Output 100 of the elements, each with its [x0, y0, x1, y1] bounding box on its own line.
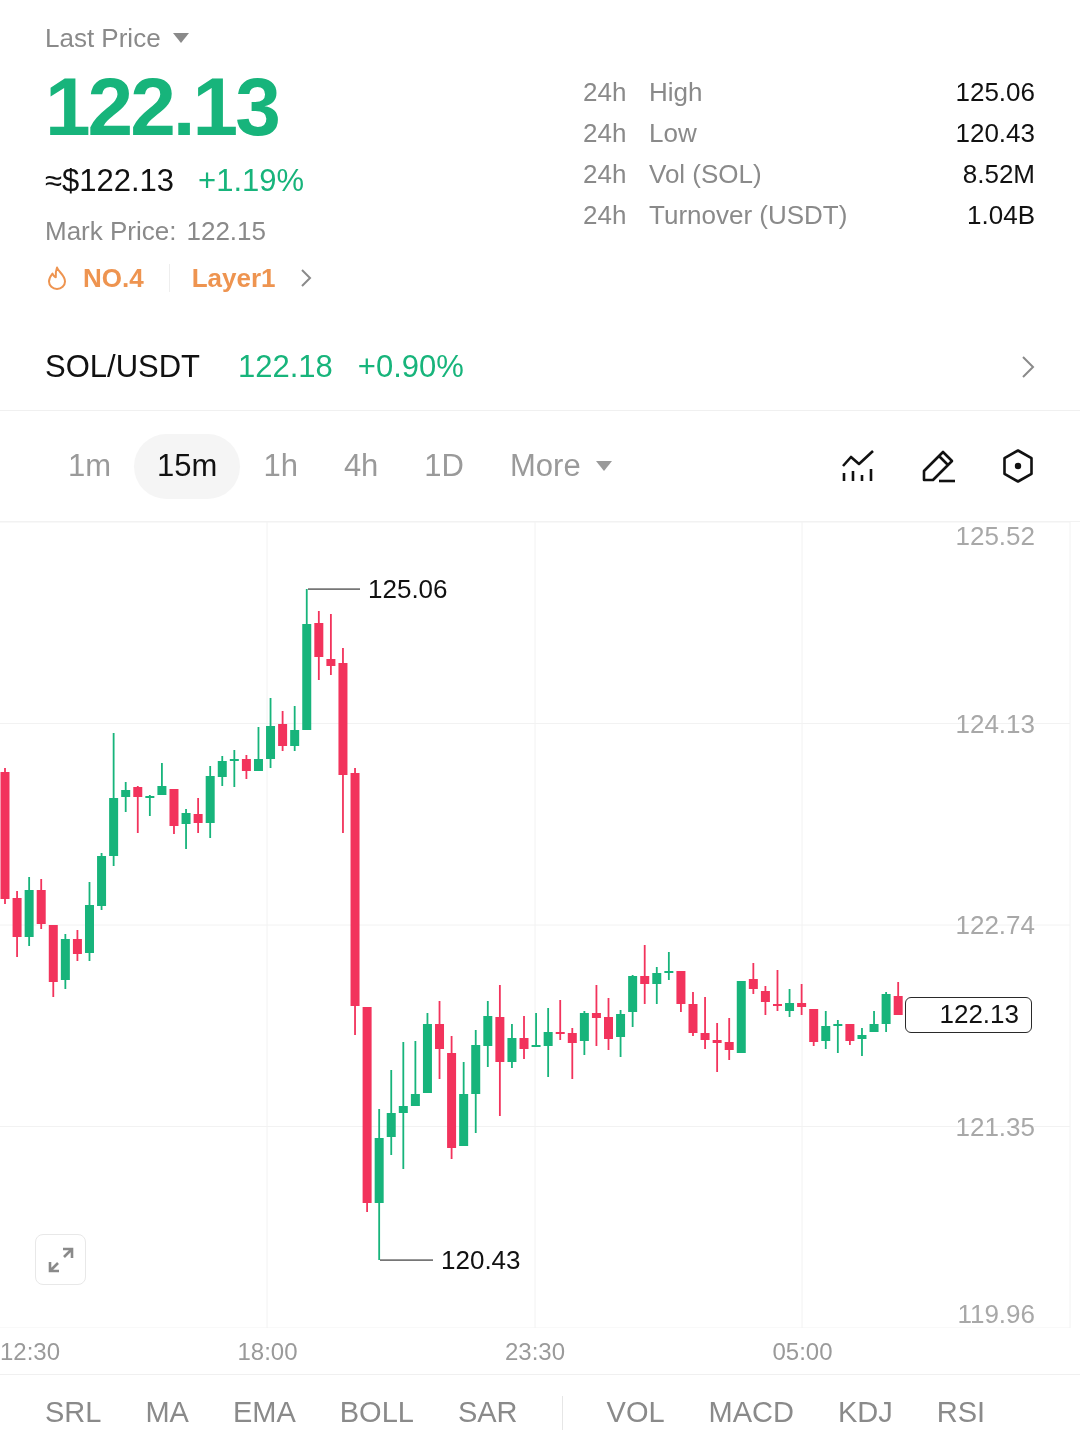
- usd-value: ≈$122.13: [45, 163, 175, 199]
- bullish-candle: [205, 766, 215, 838]
- bearish-candle: [640, 945, 650, 1004]
- bearish-candle: [712, 1023, 722, 1072]
- price-axis-label: 121.35: [955, 1112, 1035, 1141]
- bullish-candle: [833, 1020, 843, 1053]
- bearish-candle: [748, 963, 758, 994]
- bullish-candle: [628, 975, 638, 1027]
- time-axis-label: 12:30: [0, 1338, 61, 1366]
- bullish-candle: [579, 1011, 589, 1055]
- bullish-candle: [507, 1024, 517, 1068]
- timeframe-tab[interactable]: 1m: [45, 433, 135, 499]
- bullish-candle: [785, 989, 795, 1017]
- bearish-candle: [845, 1024, 855, 1045]
- bearish-candle: [773, 970, 782, 1011]
- leader-line: [380, 1259, 433, 1261]
- bearish-candle: [688, 992, 698, 1036]
- fullscreen-button[interactable]: [35, 1234, 86, 1285]
- caret-down-icon: [172, 33, 189, 43]
- price-axis-label: 124.13: [955, 709, 1035, 738]
- stat-value: 120.43: [955, 118, 1035, 149]
- bearish-candle: [797, 984, 807, 1015]
- bearish-candle: [278, 711, 288, 751]
- fullscreen-icon: [47, 1246, 74, 1273]
- bearish-candle: [72, 930, 82, 961]
- bearish-candle: [12, 891, 22, 957]
- bearish-candle: [567, 1028, 577, 1079]
- bearish-candle: [169, 789, 179, 834]
- timeframe-tab[interactable]: 4h: [320, 433, 402, 499]
- bullish-candle: [60, 934, 70, 989]
- bullish-candle: [181, 809, 191, 849]
- indicator-tab[interactable]: VOL: [606, 1396, 665, 1429]
- bullish-candle: [857, 1028, 867, 1056]
- mark-price: 122.15: [186, 215, 266, 247]
- bearish-candle: [36, 879, 46, 929]
- bearish-candle: [555, 1000, 565, 1040]
- leader-line: [308, 588, 360, 590]
- bearish-candle: [519, 1016, 529, 1059]
- more-dropdown[interactable]: More: [487, 433, 635, 499]
- line-chart-icon[interactable]: [841, 449, 875, 483]
- time-axis-label: 18:00: [237, 1338, 298, 1366]
- settings-icon[interactable]: [1001, 449, 1035, 483]
- bullish-candle: [881, 992, 891, 1032]
- chevron-right-icon[interactable]: [1021, 355, 1035, 379]
- stat-value: 1.04B: [967, 200, 1035, 231]
- bullish-candle: [290, 706, 300, 751]
- bullish-candle: [543, 1008, 553, 1077]
- indicator-tab[interactable]: MACD: [708, 1396, 794, 1429]
- bearish-candle: [193, 798, 203, 833]
- bearish-candle: [809, 1009, 819, 1046]
- bullish-candle: [410, 1041, 420, 1106]
- bearish-candle: [676, 971, 686, 1012]
- bullish-candle: [652, 967, 662, 1004]
- bullish-candle: [821, 1011, 831, 1049]
- bullish-candle: [253, 727, 263, 771]
- rank-label: NO.4: [83, 262, 144, 294]
- timeframe-tab[interactable]: 1D: [401, 433, 487, 499]
- timeframe-tab[interactable]: 1h: [240, 433, 321, 499]
- stat-label: Low: [649, 118, 697, 149]
- bullish-candle: [266, 698, 276, 768]
- bearish-candle: [591, 985, 601, 1046]
- mark-price-label: Mark Price:: [45, 215, 177, 247]
- bullish-candle: [217, 756, 227, 786]
- indicator-tab[interactable]: MA: [145, 1396, 189, 1429]
- indicator-tab[interactable]: EMA: [232, 1396, 296, 1429]
- current-price-tag: 122.13: [905, 997, 1032, 1033]
- chevron-right-icon: [299, 268, 312, 288]
- bearish-candle: [48, 925, 58, 997]
- indicator-tab[interactable]: BOLL: [339, 1396, 414, 1429]
- indicator-tab[interactable]: RSI: [936, 1396, 986, 1429]
- stat-period: 24h: [583, 200, 628, 231]
- bullish-candle: [145, 795, 155, 816]
- bullish-candle: [736, 981, 746, 1053]
- low-price-label: 120.43: [441, 1245, 521, 1275]
- bearish-candle: [724, 1018, 734, 1060]
- bearish-candle: [893, 982, 903, 1015]
- bearish-candle: [241, 755, 251, 779]
- bearish-candle: [604, 998, 613, 1050]
- bearish-candle: [326, 614, 336, 675]
- indicator-tab[interactable]: KDJ: [838, 1396, 893, 1429]
- bullish-candle: [24, 877, 34, 946]
- price-axis-label: 125.52: [955, 522, 1035, 550]
- stat-value: 125.06: [955, 77, 1035, 108]
- bullish-candle: [97, 853, 107, 910]
- bullish-candle: [664, 952, 674, 980]
- pair-price: 122.18: [238, 349, 333, 385]
- sector-link[interactable]: Layer1: [191, 262, 312, 294]
- stat-period: 24h: [583, 77, 628, 108]
- indicator-tab[interactable]: SAR: [457, 1396, 518, 1429]
- price-axis-label: 119.96: [957, 1300, 1035, 1328]
- bearish-candle: [760, 986, 770, 1015]
- indicator-tab[interactable]: SRL: [45, 1396, 102, 1429]
- stat-value: 8.52M: [962, 159, 1035, 190]
- stat-label: High: [649, 77, 703, 108]
- caret-down-icon: [595, 461, 612, 471]
- bullish-candle: [121, 782, 131, 812]
- pencil-icon[interactable]: [921, 449, 955, 483]
- bullish-candle: [157, 763, 167, 795]
- timeframe-tab[interactable]: 15m: [134, 433, 241, 499]
- price-type-dropdown[interactable]: Last Price: [45, 20, 189, 56]
